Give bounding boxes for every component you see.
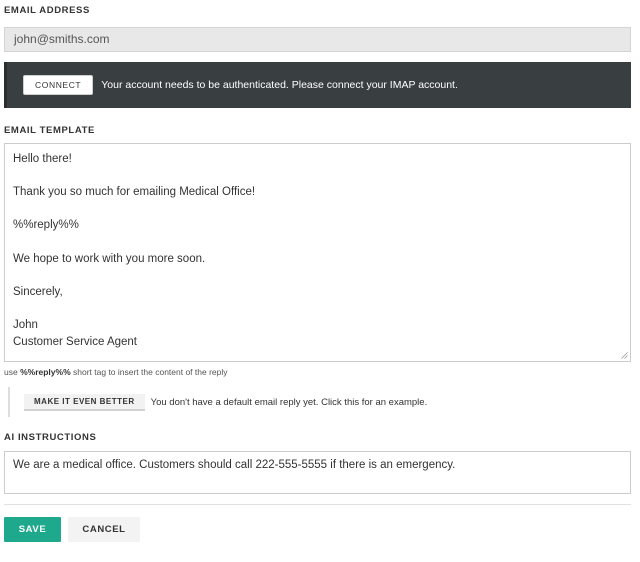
form-actions: SAVE CANCEL xyxy=(4,517,631,542)
cancel-button[interactable]: CANCEL xyxy=(68,517,140,542)
email-address-label: EMAIL ADDRESS xyxy=(4,5,90,16)
email-template-textarea[interactable]: Hello there! Thank you so much for email… xyxy=(4,143,631,362)
ai-instructions-label: AI INSTRUCTIONS xyxy=(4,432,97,443)
save-button[interactable]: SAVE xyxy=(4,517,61,542)
email-template-label: EMAIL TEMPLATE xyxy=(4,125,95,136)
connect-button[interactable]: CONNECT xyxy=(23,75,94,95)
template-line: We hope to work with you more soon. xyxy=(13,252,206,265)
template-line: Hello there! xyxy=(13,153,72,165)
improve-message: You don't have a default email reply yet… xyxy=(150,396,428,408)
auth-message: Your account needs to be authenticated. … xyxy=(101,79,458,91)
template-line xyxy=(13,300,622,317)
improve-row: MAKE IT EVEN BETTER You don't have a def… xyxy=(8,387,631,417)
template-line: Customer Service Agent xyxy=(13,335,138,348)
template-hint: use %%reply%% short tag to insert the co… xyxy=(4,367,631,379)
template-line: John xyxy=(13,318,38,331)
template-line xyxy=(13,267,622,284)
template-line xyxy=(13,168,622,185)
template-line: Thank you so much for emailing Medical O… xyxy=(13,186,256,199)
divider xyxy=(4,504,631,505)
hint-prefix: use xyxy=(4,367,21,377)
ai-instructions-textarea[interactable]: We are a medical office. Customers shoul… xyxy=(4,451,631,494)
resize-grip-icon[interactable] xyxy=(621,352,628,359)
make-it-even-better-button[interactable]: MAKE IT EVEN BETTER xyxy=(24,393,145,411)
hint-tag: %%reply%% xyxy=(20,367,71,377)
template-line xyxy=(13,234,622,251)
hint-suffix: short tag to insert the content of the r… xyxy=(70,367,228,377)
auth-banner: CONNECT Your account needs to be authent… xyxy=(4,62,631,108)
email-address-field[interactable]: john@smiths.com xyxy=(4,27,631,52)
template-line: %%reply%% xyxy=(13,219,79,232)
template-line: Sincerely, xyxy=(13,285,63,298)
template-line xyxy=(13,201,622,218)
settings-page: EMAIL ADDRESS john@smiths.com CONNECT Yo… xyxy=(0,0,640,562)
